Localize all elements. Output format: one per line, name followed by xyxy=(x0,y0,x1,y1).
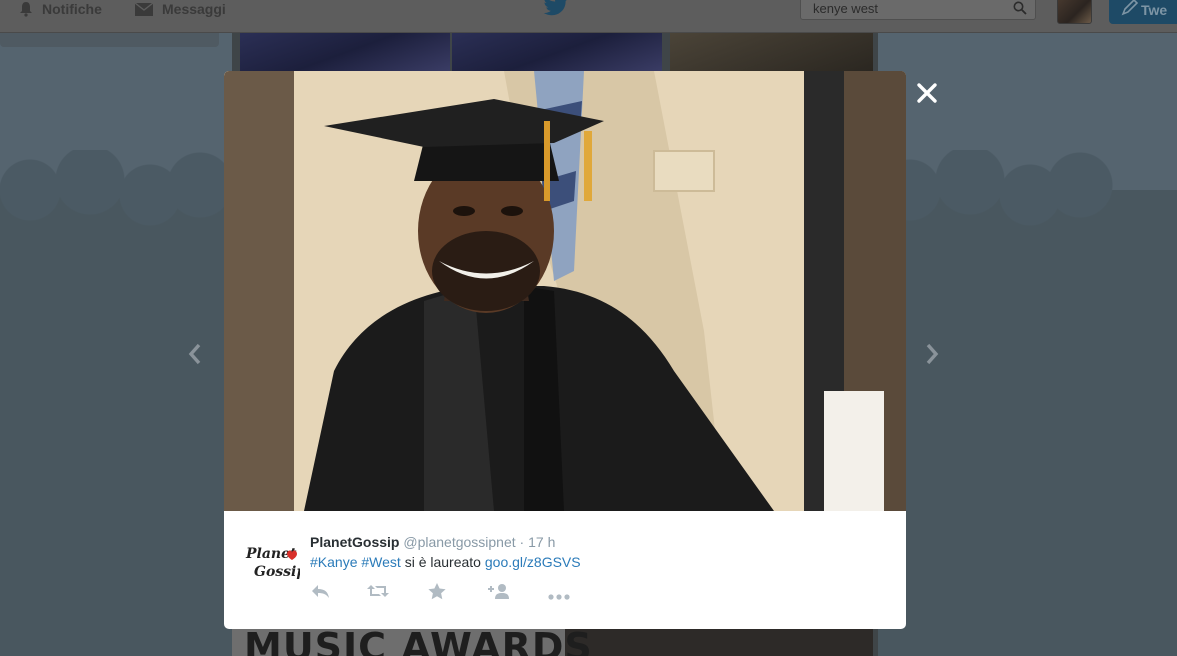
background-clouds-left xyxy=(0,190,232,656)
hashtag-link[interactable]: #West xyxy=(361,554,400,570)
background-thumbnail xyxy=(240,33,450,73)
cloud-decoration-left xyxy=(0,150,230,240)
tweet-text: #Kanye #West si è laureato goo.gl/z8GSVS xyxy=(310,554,581,570)
tweet-body-text: si è laureato xyxy=(404,554,481,570)
bird-icon xyxy=(543,0,567,16)
chevron-left-icon[interactable] xyxy=(187,342,203,371)
tweet-url-link[interactable]: goo.gl/z8GSVS xyxy=(485,554,581,570)
author-name[interactable]: PlanetGossip xyxy=(310,534,399,550)
hashtag-link[interactable]: #Kanye xyxy=(310,554,357,570)
background-card xyxy=(0,33,219,47)
reply-icon[interactable] xyxy=(310,583,330,604)
background-thumbnail xyxy=(670,33,873,73)
author-handle[interactable]: @planetgossipnet xyxy=(403,534,515,550)
search-icon[interactable] xyxy=(1013,1,1027,20)
background-thumbnail xyxy=(452,33,662,73)
envelope-icon xyxy=(134,2,154,16)
author-avatar[interactable]: Planet Gossip xyxy=(244,538,306,582)
follow-icon[interactable] xyxy=(488,583,510,604)
tweet-header: PlanetGossip @planetgossipnet · 17 h xyxy=(310,534,555,550)
tweet-photo[interactable] xyxy=(224,71,906,511)
top-nav-bar: Notifiche Messaggi kenye west Twe xyxy=(0,0,1177,33)
tweet-time[interactable]: 17 h xyxy=(528,534,555,550)
chevron-right-icon[interactable] xyxy=(924,342,940,371)
star-icon[interactable] xyxy=(428,583,446,605)
tweet-details: Planet Gossip PlanetGossip @planetgossip… xyxy=(224,511,906,629)
nav-messages-label: Messaggi xyxy=(162,1,226,17)
nav-notifications[interactable]: Notifiche xyxy=(18,0,102,18)
avatar-logo-line2: Gossip xyxy=(254,564,300,580)
bell-icon xyxy=(20,2,32,17)
nav-notifications-label: Notifiche xyxy=(42,1,102,17)
compose-tweet-button[interactable]: Twe xyxy=(1109,0,1177,24)
nav-messages[interactable]: Messaggi xyxy=(134,0,226,18)
search-input[interactable]: kenye west xyxy=(800,0,1036,20)
search-input-value: kenye west xyxy=(813,1,879,16)
close-icon[interactable] xyxy=(916,82,938,109)
tweet-separator: · xyxy=(515,534,529,550)
media-lightbox: Planet Gossip PlanetGossip @planetgossip… xyxy=(224,71,906,629)
compose-tweet-label: Twe xyxy=(1141,2,1168,18)
twitter-bird-logo[interactable] xyxy=(543,0,567,21)
background-clouds-right xyxy=(878,190,1177,656)
background-thumbnail xyxy=(565,628,873,656)
user-avatar[interactable] xyxy=(1057,0,1092,24)
more-icon[interactable] xyxy=(548,587,570,605)
cloud-decoration-right xyxy=(880,150,1177,240)
retweet-icon[interactable] xyxy=(366,583,390,604)
compose-icon xyxy=(1121,0,1139,16)
photo-illustration xyxy=(224,71,906,511)
background-banner-text: MUSIC AWARDS xyxy=(244,625,593,656)
